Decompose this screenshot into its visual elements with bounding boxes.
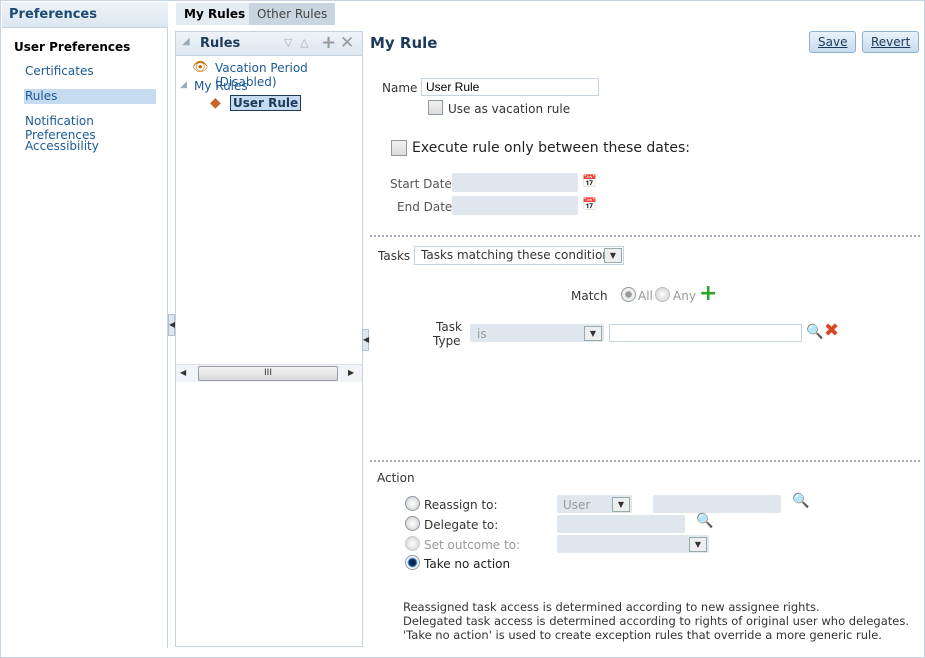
- outcome-label: Set outcome to:: [424, 538, 521, 552]
- end-date-input[interactable]: [452, 196, 578, 215]
- tab-other-rules[interactable]: Other Rules: [249, 3, 336, 25]
- divider: [370, 235, 920, 237]
- reassign-type-select[interactable]: User ▼: [557, 495, 632, 513]
- chevron-down-icon: ▼: [584, 326, 602, 341]
- sidebar-title: Preferences: [2, 2, 168, 28]
- detail-title: My Rule: [370, 34, 438, 52]
- save-button[interactable]: Save: [809, 31, 857, 53]
- task-type-label-2: Type: [433, 334, 461, 348]
- add-rule-icon[interactable]: +: [321, 32, 336, 53]
- scroll-right-icon[interactable]: ▶: [348, 368, 354, 377]
- rule-diamond-icon: ◆: [210, 95, 221, 111]
- sidebar-item-accessibility[interactable]: Accessibility: [24, 139, 156, 154]
- note: Reassigned task access is determined acc…: [403, 600, 820, 614]
- save-label: Save: [818, 35, 848, 49]
- scroll-left-icon[interactable]: ◀: [180, 368, 186, 377]
- outcome-select[interactable]: ▼: [557, 535, 709, 553]
- match-all-radio[interactable]: [621, 287, 636, 302]
- tasks-select-value: Tasks matching these conditions: [421, 248, 617, 262]
- rules-panel: ◢ Rules ▽ △ + ✕ 👁 Vacation Period (Disab…: [175, 31, 363, 647]
- add-condition-icon[interactable]: +: [699, 281, 717, 306]
- chevron-down-icon: ▼: [604, 248, 622, 263]
- operator-value: is: [477, 327, 487, 341]
- sidebar-item-notification-preferences[interactable]: Notification Preferences: [24, 114, 156, 142]
- no-action-label: Take no action: [424, 557, 511, 571]
- note: 'Take no action' is used to create excep…: [403, 628, 882, 642]
- match-all-label: All: [638, 289, 653, 303]
- action-label: Action: [377, 471, 415, 485]
- chevron-down-icon: ▼: [612, 497, 630, 512]
- tasks-label: Tasks: [378, 249, 411, 263]
- calendar-icon[interactable]: 📅: [582, 197, 597, 211]
- search-icon[interactable]: 🔍: [696, 513, 713, 529]
- sidebar-section: User Preferences: [14, 40, 131, 54]
- tree-item-user-rule[interactable]: User Rule: [230, 95, 302, 111]
- delegate-label: Delegate to:: [424, 518, 499, 532]
- calendar-icon[interactable]: 📅: [582, 174, 597, 188]
- chevron-down-icon: ▼: [689, 537, 707, 552]
- rules-panel-header: ◢ Rules ▽ △ + ✕: [176, 32, 362, 56]
- name-label: Name: [382, 81, 418, 95]
- delegate-input[interactable]: [557, 515, 685, 533]
- tab-my-rules[interactable]: My Rules: [176, 3, 254, 25]
- vacation-rule-label: Use as vacation rule: [448, 102, 571, 116]
- collapse-icon[interactable]: ◢: [182, 36, 190, 47]
- outcome-radio[interactable]: [405, 536, 420, 551]
- reassign-label: Reassign to:: [424, 498, 498, 512]
- name-input[interactable]: [421, 78, 599, 96]
- reassign-type-value: User: [563, 498, 591, 512]
- expand-icon[interactable]: ◢: [180, 80, 187, 90]
- no-action-radio[interactable]: [405, 555, 420, 570]
- horizontal-scrollbar[interactable]: ◀ III ▶: [176, 364, 362, 382]
- reassign-input[interactable]: [653, 495, 781, 513]
- tree-item-my-rules[interactable]: My Rules: [194, 79, 248, 93]
- search-icon[interactable]: 🔍: [806, 324, 823, 340]
- revert-button[interactable]: Revert: [862, 31, 920, 53]
- move-down-icon[interactable]: ▽: [284, 36, 292, 49]
- match-any-radio[interactable]: [655, 287, 670, 302]
- rules-title: Rules: [200, 36, 241, 51]
- task-type-input[interactable]: [609, 324, 802, 342]
- search-icon[interactable]: 🔍: [792, 493, 809, 509]
- start-date-input[interactable]: [452, 173, 578, 192]
- tasks-select[interactable]: Tasks matching these conditions ▼: [414, 246, 624, 265]
- match-any-label: Any: [673, 289, 696, 303]
- move-up-icon[interactable]: △: [300, 36, 308, 49]
- match-label: Match: [571, 289, 608, 303]
- execute-dates-checkbox[interactable]: [391, 140, 407, 156]
- operator-select[interactable]: is ▼: [470, 324, 604, 342]
- scroll-thumb[interactable]: III: [198, 366, 338, 381]
- end-date-label: End Date: [397, 200, 453, 214]
- start-date-label: Start Date: [390, 177, 452, 191]
- divider: [370, 460, 920, 462]
- reassign-radio[interactable]: [405, 496, 420, 511]
- sidebar-item-rules[interactable]: Rules: [24, 89, 156, 104]
- delegate-radio[interactable]: [405, 516, 420, 531]
- note: Delegated task access is determined acco…: [403, 614, 909, 628]
- revert-label: Revert: [871, 35, 911, 49]
- collapse-sidebar-handle[interactable]: ◀: [168, 314, 175, 336]
- vacation-rule-checkbox[interactable]: [428, 100, 443, 115]
- delete-rule-icon[interactable]: ✕: [340, 33, 354, 53]
- delete-condition-icon[interactable]: ✖: [824, 320, 839, 341]
- preferences-sidebar: Preferences User Preferences Certificate…: [2, 2, 168, 648]
- task-type-label-1: Task: [436, 320, 462, 334]
- execute-dates-label: Execute rule only between these dates:: [412, 140, 690, 156]
- collapse-rules-handle[interactable]: ◀: [362, 329, 369, 351]
- action-notes: Reassigned task access is determined acc…: [403, 600, 909, 642]
- vacation-eye-icon: 👁: [192, 60, 209, 75]
- sidebar-item-certificates[interactable]: Certificates: [24, 64, 156, 79]
